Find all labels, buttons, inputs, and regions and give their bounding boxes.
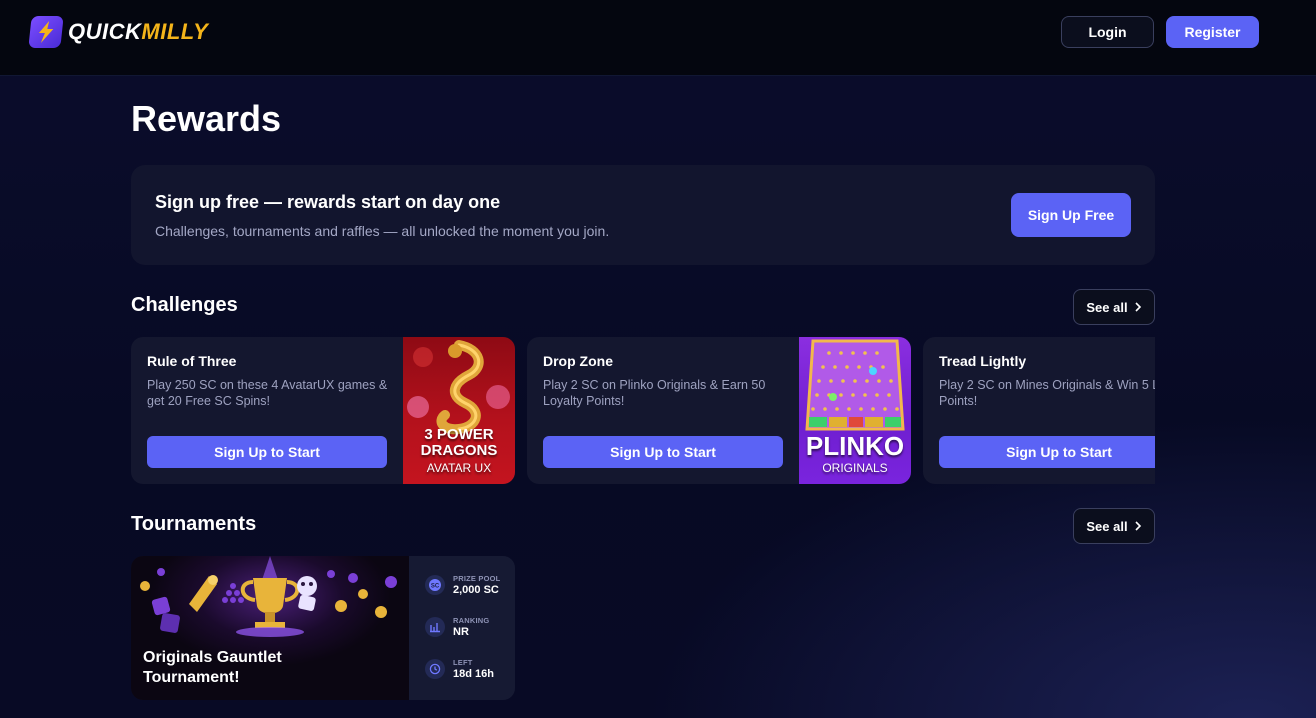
stat-label: LEFT [453,658,473,667]
challenge-card[interactable]: Tread Lightly Play 2 SC on Mines Origina… [923,337,1155,484]
art-title-line2: DRAGONS [420,442,498,459]
tournaments-see-all-button[interactable]: See all [1073,508,1155,544]
tournament-name: Originals Gauntlet Tournament! [143,649,282,686]
challenge-description: Play 250 SC on these 4 AvatarUX games & … [147,378,388,408]
top-header: QUICKMILLY Login Register [0,0,1316,76]
challenges-carousel[interactable]: Rule of Three Play 250 SC on these 4 Ava… [131,337,1155,484]
chevron-right-icon [1135,302,1141,312]
stat-value: 2,000 SC [453,584,499,596]
see-all-label: See all [1086,299,1128,315]
challenges-see-all-button[interactable]: See all [1073,289,1155,325]
sign-up-to-start-button[interactable]: Sign Up to Start [939,436,1155,468]
time-left-stat: LEFT 18d 16h [425,658,494,680]
art-subtitle: AVATAR UX [426,461,492,475]
see-all-label: See all [1086,518,1128,534]
challenge-title: Drop Zone [543,353,613,369]
banner-title: Sign up free — rewards start on day one [155,192,501,212]
stat-value: 18d 16h [453,668,494,680]
challenge-card[interactable]: Drop Zone Play 2 SC on Plinko Originals … [527,337,911,484]
tournaments-heading: Tournaments [131,513,257,535]
chevron-right-icon [1135,521,1141,531]
page-title: Rewards [131,98,282,139]
sign-up-to-start-button[interactable]: Sign Up to Start [147,436,387,468]
challenge-description: Play 2 SC on Mines Originals & Win 5 Loy… [939,378,1155,408]
prize-pool-stat: SC PRIZE POOL 2,000 SC [425,574,500,596]
sign-up-to-start-button[interactable]: Sign Up to Start [543,436,783,468]
clock-icon [425,659,445,679]
tournament-card[interactable]: Originals Gauntlet Tournament! SC PRIZE … [131,556,515,700]
challenges-heading: Challenges [131,294,238,316]
tournament-banner-image: Originals Gauntlet Tournament! [131,556,409,700]
signup-banner: Sign up free — rewards start on day one … [131,165,1155,265]
ranking-stat: RANKING NR [425,616,489,638]
art-title-line1: 3 POWER [424,426,494,443]
challenge-description: Play 2 SC on Plinko Originals & Earn 50 … [543,378,766,408]
logo-text: QUICKMILLY [68,19,209,44]
register-button[interactable]: Register [1166,16,1259,48]
challenge-card[interactable]: Rule of Three Play 250 SC on these 4 Ava… [131,337,515,484]
stat-label: PRIZE POOL [453,574,501,583]
svg-text:SC: SC [431,584,440,590]
site-logo[interactable]: QUICKMILLY [28,16,209,48]
game-thumbnail-plinko[interactable]: PLINKO ORIGINALS [799,337,911,484]
lightning-bolt-icon [28,16,64,48]
login-button[interactable]: Login [1061,16,1154,48]
coin-icon: SC [425,575,445,595]
art-title: PLINKO [805,431,905,461]
tournament-stats: SC PRIZE POOL 2,000 SC RANKING NR LEFT 1… [409,556,515,700]
stat-value: NR [453,626,469,638]
bar-chart-icon [425,617,445,637]
game-thumbnail-dragons[interactable]: 3 POWER DRAGONS AVATAR UX [403,337,515,484]
banner-subtitle: Challenges, tournaments and raffles — al… [155,223,610,239]
art-subtitle: ORIGINALS [822,461,888,475]
stat-label: RANKING [453,616,490,625]
challenge-title: Rule of Three [147,353,237,369]
challenge-title: Tread Lightly [939,353,1027,369]
sign-up-free-button[interactable]: Sign Up Free [1011,193,1131,237]
